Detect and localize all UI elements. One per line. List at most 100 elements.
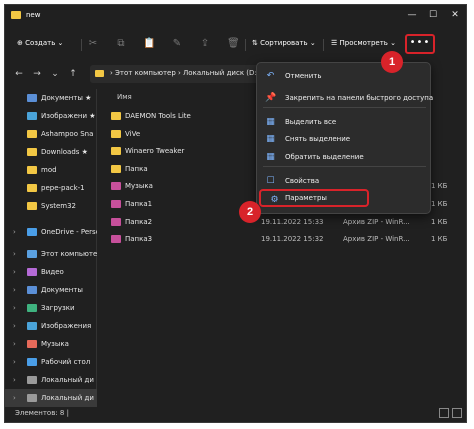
file-date: 19.11.2022 15:33 [261, 217, 324, 226]
view-button[interactable]: ☰ Просмотреть ⌄ [331, 39, 396, 47]
sidebar-item-label: Документы [41, 286, 83, 294]
folder-icon [27, 130, 37, 138]
copy-icon[interactable]: ⧉ [115, 38, 127, 50]
recent-locations-button[interactable]: ⌄ [49, 68, 61, 80]
sidebar-item[interactable]: › Видео [5, 263, 97, 281]
sidebar-item[interactable]: › Загрузки [5, 299, 97, 317]
menu-item-label: Закрепить на панели быстрого доступа [285, 94, 434, 102]
expand-chevron-icon[interactable]: › [13, 371, 16, 389]
sidebar-item[interactable]: › Этот компьютер [5, 245, 97, 263]
sidebar-item[interactable]: Ashampoo Sna [5, 125, 97, 143]
expand-chevron-icon[interactable]: › [13, 245, 16, 263]
sidebar-item-label: Рабочий стол [41, 358, 91, 366]
file-row[interactable]: Папка2 19.11.2022 15:33 Архив ZIP - WinR..… [101, 213, 461, 231]
sidebar-item[interactable]: System32 [5, 197, 97, 215]
file-size: 1 КБ [431, 182, 448, 191]
menu-item-label: Параметры [285, 194, 327, 202]
expand-chevron-icon[interactable]: › [13, 299, 16, 317]
maximize-button[interactable]: ☐ [423, 8, 443, 22]
expand-chevron-icon[interactable]: › [13, 353, 16, 371]
zip-archive-icon [111, 217, 121, 226]
sidebar-item[interactable]: › Рабочий стол [5, 353, 97, 371]
folder-icon [27, 304, 37, 312]
menu-item[interactable]: ⚙ Параметры [259, 189, 369, 207]
create-button[interactable]: ⊕ Создать ⌄ [17, 39, 63, 47]
folder-icon [27, 250, 37, 258]
folder-icon [11, 11, 21, 19]
folder-icon [111, 164, 121, 173]
details-view-button[interactable] [439, 408, 449, 418]
close-button[interactable]: ✕ [445, 8, 465, 22]
file-date: 19.11.2022 15:32 [261, 235, 324, 244]
menu-item[interactable]: ▦ Выделить все [257, 113, 432, 131]
sidebar-item-label: Локальный ди [41, 376, 94, 384]
file-type: Архив ZIP - WinR... [343, 217, 410, 226]
expand-chevron-icon[interactable]: › [13, 223, 16, 241]
folder-icon [27, 286, 37, 294]
sidebar-item[interactable]: Изображени ★ [5, 107, 97, 125]
sidebar-item[interactable]: Документы ★ [5, 89, 97, 107]
folder-icon [95, 70, 104, 77]
file-name: Папка [125, 164, 148, 173]
expand-chevron-icon[interactable]: › [13, 335, 16, 353]
up-button[interactable]: ↑ [67, 68, 79, 80]
folder-icon [27, 202, 37, 210]
file-name: Папка2 [125, 217, 153, 226]
menu-item-icon: ⚙ [270, 195, 279, 205]
file-row[interactable]: Папка3 19.11.2022 15:32 Архив ZIP - WinR..… [101, 230, 461, 248]
menu-item[interactable]: ▦ Снять выделение [257, 130, 432, 148]
cut-icon[interactable]: ✂ [87, 38, 99, 50]
more-options-button[interactable]: ••• [405, 34, 435, 54]
rename-icon[interactable]: ✎ [171, 38, 183, 50]
menu-item[interactable]: ▦ Обратить выделение [257, 148, 432, 166]
zip-archive-icon [111, 200, 121, 208]
menu-item-icon: 📌 [265, 93, 277, 103]
more-options-menu: ↶ Отменить 📌 Закрепить на панели быстрого д… [256, 62, 434, 214]
column-header-name[interactable]: Имя [117, 93, 132, 101]
menu-separator [263, 107, 426, 108]
sidebar-item-label: Документы ★ [41, 94, 92, 102]
expand-chevron-icon[interactable]: › [13, 263, 16, 281]
folder-icon [27, 340, 37, 348]
folder-icon [27, 228, 37, 236]
sidebar-item[interactable]: mod [5, 161, 97, 179]
sidebar-item-label: Загрузки [41, 304, 75, 312]
zip-archive-icon [111, 182, 121, 191]
file-name: Музыка [125, 182, 153, 191]
forward-button[interactable]: → [31, 68, 43, 80]
sidebar-item[interactable]: Downloads ★ [5, 143, 97, 161]
menu-item-icon: ☐ [266, 176, 275, 186]
sort-button[interactable]: ⇅ Сортировать ⌄ [252, 39, 316, 47]
menu-item-icon: ▦ [266, 152, 275, 162]
file-size: 1 КБ [431, 217, 448, 226]
expand-chevron-icon[interactable]: › [13, 317, 16, 335]
sidebar-item[interactable]: › Документы [5, 281, 97, 299]
folder-icon [111, 112, 121, 120]
menu-item[interactable]: ☐ Свойства [257, 172, 432, 190]
sidebar-item[interactable]: pepe-pack-1 [5, 179, 97, 197]
sidebar-item-label: mod [41, 166, 57, 174]
sidebar-item-label: System32 [41, 202, 77, 210]
share-icon[interactable]: ⇪ [199, 38, 211, 50]
menu-item[interactable]: ↶ Отменить [257, 67, 432, 85]
expand-chevron-icon[interactable]: › [13, 281, 16, 299]
minimize-button[interactable]: — [402, 8, 422, 22]
sidebar-item-label: Этот компьютер [41, 250, 97, 258]
sidebar-item[interactable]: › Музыка [5, 335, 97, 353]
paste-icon[interactable]: 📋 [143, 38, 155, 50]
delete-icon[interactable]: 🗑 [227, 38, 240, 50]
zip-archive-icon [111, 235, 121, 244]
tiles-view-button[interactable] [452, 408, 462, 418]
menu-item-label: Свойства [285, 177, 320, 185]
menu-item[interactable]: 📌 Закрепить на панели быстрого доступа [257, 89, 434, 107]
sidebar-item-label: Музыка [41, 340, 69, 348]
back-button[interactable]: ← [13, 68, 25, 80]
sidebar-item[interactable]: › Локальный ди [5, 371, 97, 389]
file-name: DAEMON Tools Lite [125, 112, 191, 120]
sidebar-item[interactable]: › OneDrive - Perso [5, 223, 97, 241]
sidebar-item-label: Изображени ★ [41, 112, 96, 120]
folder-icon [27, 148, 37, 156]
folder-icon [111, 129, 121, 138]
sidebar-item[interactable]: › Изображения [5, 317, 97, 335]
sidebar-item-label: Видео [41, 268, 64, 276]
